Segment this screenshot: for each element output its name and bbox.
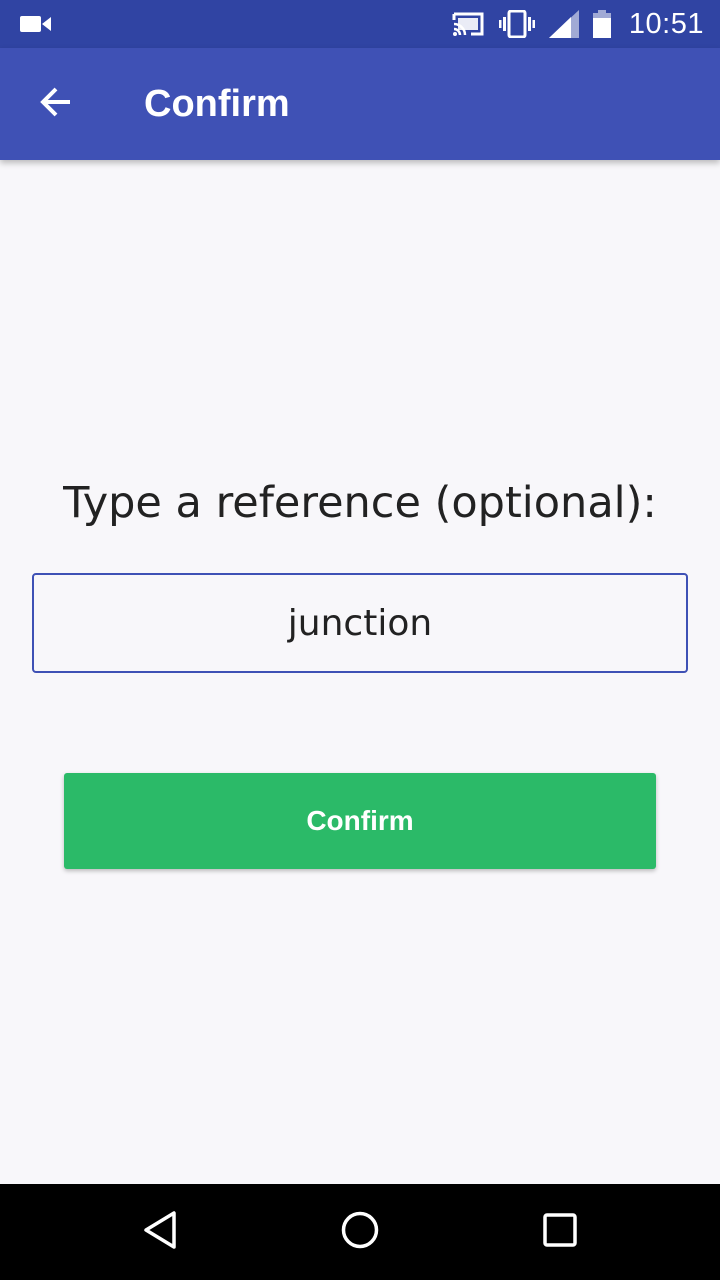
nav-recents-button[interactable] (500, 1184, 620, 1280)
video-camera-icon (20, 14, 52, 34)
nav-home-icon (340, 1210, 380, 1255)
nav-home-button[interactable] (300, 1184, 420, 1280)
nav-back-icon (142, 1210, 178, 1255)
status-clock: 10:51 (628, 7, 704, 40)
battery-icon (592, 10, 611, 38)
arrow-back-icon (38, 84, 74, 125)
nav-back-button[interactable] (100, 1184, 220, 1280)
reference-input[interactable] (32, 573, 688, 673)
back-button[interactable] (24, 72, 88, 136)
signal-icon (548, 10, 579, 38)
reference-prompt-label: Type a reference (optional): (63, 478, 657, 528)
cast-icon (451, 10, 485, 38)
vibrate-icon (498, 10, 535, 38)
confirm-button[interactable]: Confirm (64, 773, 656, 869)
page-title: Confirm (144, 83, 290, 125)
app-bar: Confirm (0, 48, 720, 160)
status-bar: 10:51 (0, 0, 720, 48)
navigation-bar (0, 1184, 720, 1280)
nav-recents-icon (542, 1212, 578, 1253)
